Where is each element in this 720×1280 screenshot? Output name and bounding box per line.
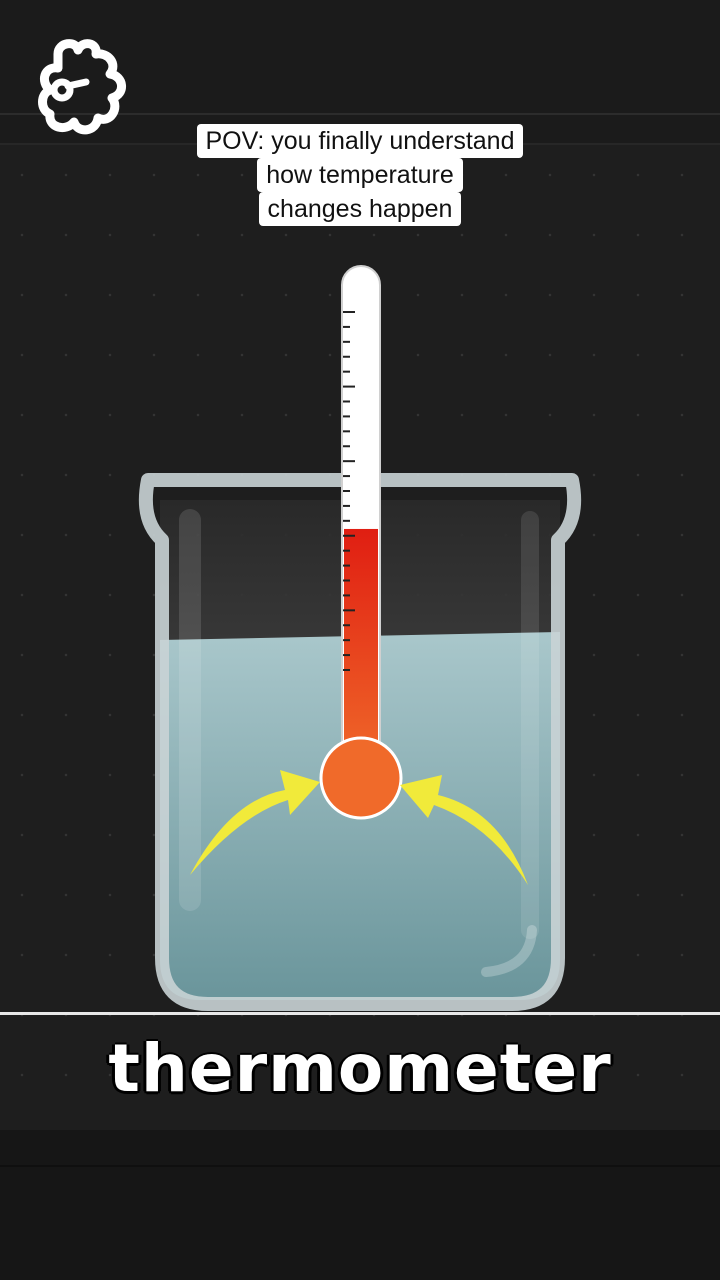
- video-frame: POV: you finally understand how temperat…: [0, 0, 720, 1280]
- label-row: thermometer: [0, 1030, 720, 1107]
- caption-line-3: changes happen: [258, 192, 462, 226]
- caption-box: POV: you finally understand how temperat…: [0, 124, 720, 226]
- caption-line-1: POV: you finally understand: [196, 124, 524, 158]
- caption-line-2: how temperature: [257, 158, 463, 192]
- subtitle-label: thermometer: [108, 1030, 612, 1107]
- thermometer-bulb: [319, 736, 403, 820]
- table-surface: [0, 1012, 720, 1015]
